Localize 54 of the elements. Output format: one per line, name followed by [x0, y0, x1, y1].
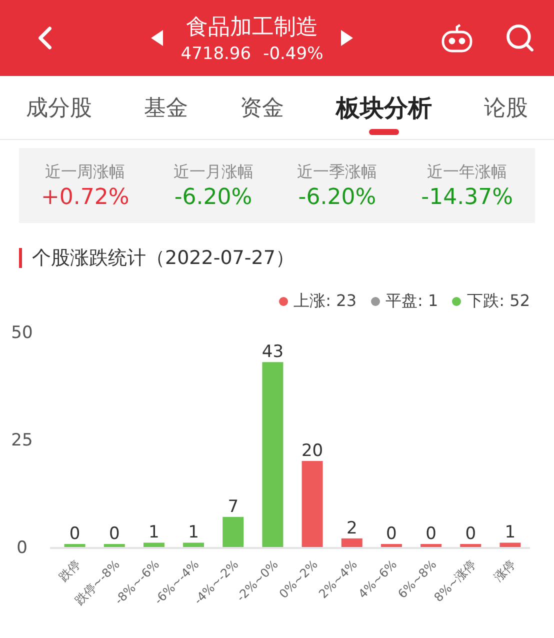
axis-tick-label: 0: [16, 538, 28, 558]
period-label: 近一年涨幅: [427, 162, 508, 183]
tab[interactable]: 成分股: [22, 76, 96, 140]
section-marker: [19, 248, 22, 268]
bar: [500, 542, 521, 547]
tab-indicator: [369, 129, 399, 136]
bar: [341, 538, 362, 547]
period-change: +0.72%: [40, 184, 130, 210]
legend-label: 下跌: 52: [467, 290, 530, 312]
axis-tick-label: 25: [11, 430, 33, 450]
bar-value-label: 7: [228, 496, 239, 517]
section-title: 个股涨跌统计（2022-07-27）: [32, 246, 294, 271]
search-icon: [504, 22, 536, 54]
bar-value-label: 2: [346, 518, 358, 538]
tab[interactable]: 板块分析: [332, 76, 436, 140]
legend-label: 上涨: 23: [294, 290, 356, 312]
period-change: -6.20%: [298, 184, 376, 210]
bar-value-label: 20: [301, 440, 324, 461]
bar: [222, 516, 244, 547]
tab[interactable]: 基金: [140, 76, 192, 140]
bar-value-label: 0: [426, 524, 436, 544]
bar-value-label: 0: [108, 524, 120, 544]
bar-value-label: 1: [504, 522, 516, 543]
robot-icon[interactable]: [440, 23, 474, 54]
legend-label: 平盘: 1: [386, 290, 438, 312]
period-change: -6.20%: [174, 184, 252, 210]
bar-value-label: 1: [188, 522, 199, 543]
tab[interactable]: 资金: [236, 76, 288, 140]
category-label: 跌停: [56, 557, 83, 584]
search-button[interactable]: [504, 22, 536, 54]
bar-value-label: 0: [465, 524, 476, 544]
bar-value-label: 0: [69, 524, 80, 544]
period-change: -14.37%: [421, 184, 513, 210]
bar: [420, 544, 442, 547]
category-label: 涨停: [491, 557, 518, 584]
bar-value-label: 1: [148, 522, 160, 543]
bar: [104, 544, 125, 547]
bar: [64, 544, 86, 547]
sector-title: 食品加工制造: [186, 14, 318, 42]
bar: [143, 542, 164, 547]
index-change: -0.49%: [263, 44, 324, 64]
axis-tick-label: 50: [11, 322, 33, 343]
bar: [380, 544, 402, 547]
bar: [460, 544, 482, 547]
right-triangle-icon[interactable]: [341, 30, 354, 46]
bar-value-label: 43: [262, 342, 284, 362]
period-label: 近一周涨幅: [45, 162, 126, 183]
index-price: 4718.96: [180, 44, 252, 64]
tab[interactable]: 论股: [480, 76, 532, 140]
left-triangle-icon[interactable]: [150, 30, 163, 46]
bar: [183, 542, 204, 547]
period-label: 近一月涨幅: [173, 162, 254, 183]
bar-value-label: 0: [386, 524, 397, 544]
period-label: 近一季涨幅: [297, 162, 378, 183]
